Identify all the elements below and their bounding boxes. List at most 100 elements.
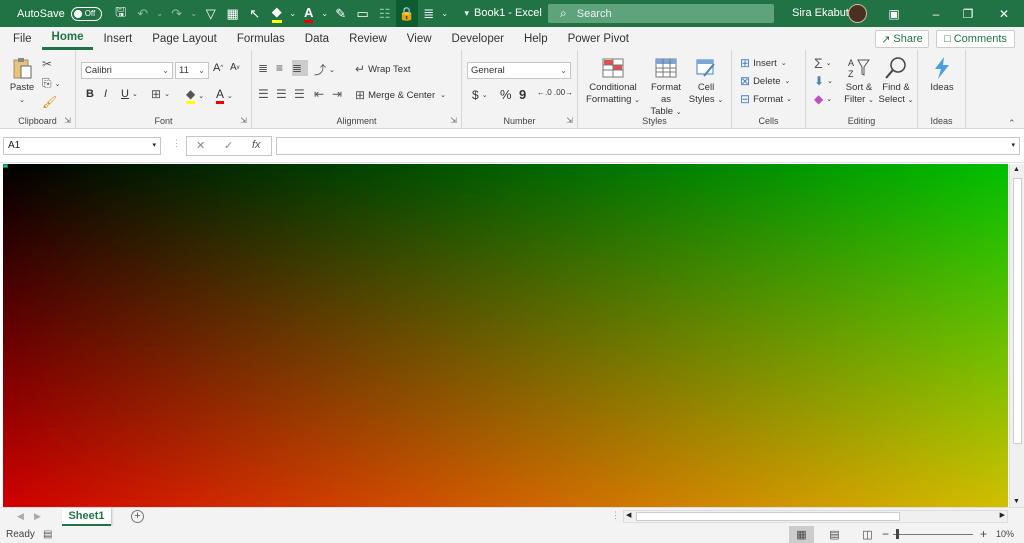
comments-button[interactable]: □ Comments: [936, 30, 1015, 48]
middle-align-icon[interactable]: ≡: [276, 61, 286, 75]
fill-dropdown-icon[interactable]: ⌄: [288, 0, 298, 27]
percent-button[interactable]: %: [500, 87, 512, 102]
wrap-text-button[interactable]: ↵ Wrap Text: [355, 62, 410, 76]
grow-font-icon[interactable]: A ^: [213, 62, 223, 74]
decrease-decimal-icon[interactable]: .00→: [554, 88, 573, 97]
italic-button[interactable]: I: [104, 88, 107, 100]
zoom-level[interactable]: 10%: [996, 529, 1014, 539]
autosum-icon[interactable]: Σ ⌄: [814, 55, 832, 71]
tab-page-layout[interactable]: Page Layout: [142, 27, 227, 50]
scroll-right-icon[interactable]: ▶: [1000, 511, 1005, 519]
underline-dropdown-icon[interactable]: ⌄: [132, 90, 138, 98]
save-icon[interactable]: 🖫: [110, 0, 132, 27]
tab-splitter-icon[interactable]: ⋮: [611, 510, 620, 521]
align-dropdown-icon[interactable]: ⌄: [440, 0, 450, 27]
edit-icon[interactable]: ✎: [330, 0, 352, 27]
delete-cells-button[interactable]: ⊠ Delete ⌄: [740, 74, 790, 88]
font-color-dropdown-icon[interactable]: ⌄: [320, 0, 330, 27]
alignment-launcher-icon[interactable]: ⇲: [450, 116, 457, 125]
zoom-slider-thumb[interactable]: [896, 529, 899, 539]
splitter-dots-icon[interactable]: ⋮: [172, 138, 181, 149]
redo-icon[interactable]: ↷: [166, 0, 188, 27]
formula-input[interactable]: ▾: [276, 137, 1020, 155]
avatar[interactable]: [848, 4, 867, 23]
align-icon[interactable]: ≣: [418, 0, 440, 27]
sort-filter-button[interactable]: AZ Sort & Filter ⌄: [842, 56, 876, 107]
tab-review[interactable]: Review: [339, 27, 397, 50]
zoom-out-icon[interactable]: −: [882, 527, 889, 541]
horizontal-scrollbar[interactable]: ◀ ▶: [623, 510, 1008, 523]
enter-icon[interactable]: ✓: [224, 139, 233, 152]
filter-icon[interactable]: ▽: [200, 0, 222, 27]
insert-cells-button[interactable]: ⊞ Insert ⌄: [740, 56, 787, 70]
tab-file[interactable]: File: [0, 27, 42, 50]
clear-icon[interactable]: ◆ ⌄: [814, 92, 832, 106]
horizontal-scroll-thumb[interactable]: [636, 512, 900, 521]
cell-styles-button[interactable]: Cell Styles ⌄: [688, 56, 724, 107]
increase-indent-icon[interactable]: ⇥: [332, 87, 345, 101]
cut-icon[interactable]: ✂: [42, 57, 55, 71]
tab-data[interactable]: Data: [295, 27, 339, 50]
orientation-icon[interactable]: ⤴ ⌄: [314, 61, 335, 78]
next-sheet-icon[interactable]: ▶: [34, 511, 41, 522]
align-right-icon[interactable]: ☰: [294, 87, 308, 101]
number-format-combo[interactable]: General ⌄: [467, 62, 571, 79]
comma-button[interactable]: 9: [519, 87, 526, 102]
number-launcher-icon[interactable]: ⇲: [566, 116, 573, 125]
bold-button[interactable]: B: [86, 88, 94, 100]
paste-button[interactable]: Paste ⌄: [8, 56, 36, 107]
autosave-toggle[interactable]: Off: [70, 6, 102, 21]
normal-view-icon[interactable]: ▦: [789, 526, 814, 543]
decrease-indent-icon[interactable]: ⇤: [314, 87, 327, 101]
name-box[interactable]: A1 ▾: [3, 137, 161, 155]
tab-developer[interactable]: Developer: [442, 27, 514, 50]
tab-insert[interactable]: Insert: [93, 27, 142, 50]
clipboard-launcher-icon[interactable]: ⇲: [64, 116, 71, 125]
macro-record-icon[interactable]: ▤: [43, 529, 52, 540]
fill-color-icon[interactable]: ◆: [266, 0, 288, 27]
tab-help[interactable]: Help: [514, 27, 558, 50]
tab-home[interactable]: Home: [41, 27, 94, 50]
ideas-button[interactable]: Ideas: [926, 56, 958, 94]
lock-icon[interactable]: 🔒: [395, 0, 418, 27]
increase-decimal-icon[interactable]: ←.0: [537, 88, 552, 97]
fill-color-icon[interactable]: ◆ ⌄: [186, 87, 204, 104]
underline-button[interactable]: U: [121, 88, 129, 100]
sheet-tab-sheet1[interactable]: Sheet1: [62, 508, 111, 526]
zoom-slider[interactable]: [893, 534, 973, 535]
form-icon[interactable]: ▦: [222, 0, 244, 27]
format-cells-button[interactable]: ⊟ Format ⌄: [740, 92, 792, 106]
format-as-table-button[interactable]: Format as Table ⌄: [645, 56, 687, 119]
undo-dropdown-icon[interactable]: ⌄: [154, 0, 166, 27]
search-box[interactable]: ⌕ Search: [548, 4, 774, 23]
fill-icon[interactable]: ⬇ ⌄: [814, 74, 833, 88]
ribbon-display-icon[interactable]: ▣: [872, 0, 916, 27]
redo-dropdown-icon[interactable]: ⌄: [188, 0, 200, 27]
tab-formulas[interactable]: Formulas: [227, 27, 295, 50]
worksheet-grid[interactable]: [3, 164, 1008, 507]
conditional-formatting-button[interactable]: Conditional Formatting ⌄: [583, 56, 643, 107]
find-select-button[interactable]: Find & Select ⌄: [878, 56, 914, 107]
tab-power-pivot[interactable]: Power Pivot: [558, 27, 639, 50]
scroll-up-icon[interactable]: ▲: [1013, 166, 1020, 173]
screen-icon[interactable]: ▭: [352, 0, 374, 27]
currency-button[interactable]: $ ⌄: [472, 88, 488, 102]
font-name-combo[interactable]: Calibri ⌄: [81, 62, 173, 79]
cancel-icon[interactable]: ✕: [196, 139, 205, 152]
undo-icon[interactable]: ↶: [132, 0, 154, 27]
bottom-align-icon[interactable]: ≣: [292, 60, 308, 76]
add-sheet-button[interactable]: +: [131, 510, 144, 523]
zoom-in-icon[interactable]: +: [980, 527, 987, 541]
pointer-icon[interactable]: ↖: [244, 0, 266, 27]
vertical-scroll-thumb[interactable]: [1013, 178, 1022, 444]
scroll-down-icon[interactable]: ▼: [1013, 498, 1020, 505]
vertical-scrollbar[interactable]: ▲ ▼: [1009, 164, 1024, 507]
top-align-icon[interactable]: ≣: [258, 61, 271, 75]
table-icon[interactable]: ☷: [374, 0, 396, 27]
collapse-ribbon-icon[interactable]: ⌃: [1008, 118, 1016, 129]
insert-function-button[interactable]: fx: [252, 139, 261, 151]
font-size-combo[interactable]: 11 ⌄: [175, 62, 209, 79]
share-button[interactable]: ↗ Share: [875, 30, 929, 48]
borders-icon[interactable]: ⊞ ⌄: [151, 87, 170, 101]
close-icon[interactable]: ✕: [982, 0, 1024, 27]
